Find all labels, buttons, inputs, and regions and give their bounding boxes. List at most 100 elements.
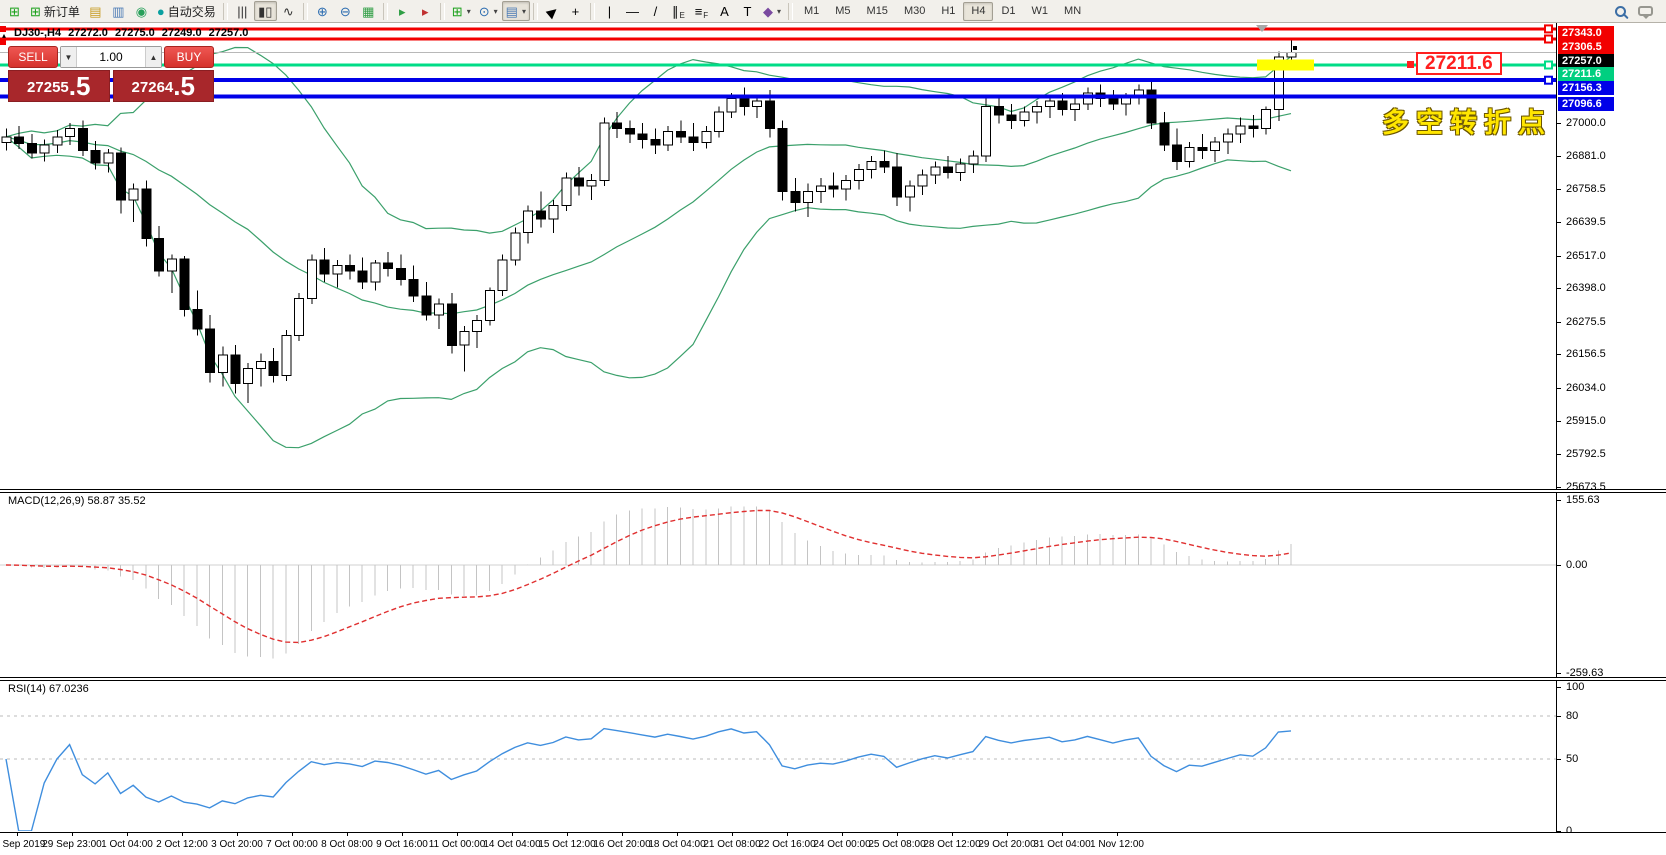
toolbar-button-new-chart[interactable]: ⊞ xyxy=(3,1,26,21)
candlestick-mode-icon: ▮▯ xyxy=(258,5,272,18)
candle-body xyxy=(1198,148,1207,151)
timeframe-button-m5[interactable]: M5 xyxy=(827,2,858,21)
toolbar-button-auto-scroll[interactable]: ▸ xyxy=(391,1,414,21)
yellow-highlight-rect[interactable] xyxy=(1257,60,1314,71)
toolbar-button-bar-chart-mode[interactable]: ||| xyxy=(231,1,254,21)
toolbar-button-auto-trading[interactable]: ●自动交易 xyxy=(153,1,220,21)
chinese-note[interactable]: 多空转折点 xyxy=(1382,101,1552,140)
toolbar-button-equidistant-channel[interactable]: ∥E xyxy=(667,1,690,21)
toolbar-button-text-label[interactable]: T xyxy=(736,1,759,21)
hline-handle[interactable] xyxy=(1545,62,1552,69)
hline-handle[interactable] xyxy=(1545,25,1552,32)
search-icon[interactable] xyxy=(1615,6,1626,17)
chat-icon[interactable] xyxy=(1638,6,1653,16)
timeframe-button-d1[interactable]: D1 xyxy=(993,2,1023,21)
macd-chart[interactable] xyxy=(0,493,1556,678)
timeframe-button-w1[interactable]: W1 xyxy=(1024,2,1057,21)
timeframe-button-mn[interactable]: MN xyxy=(1056,2,1089,21)
candle-body xyxy=(931,167,940,175)
time-axis-label: 3 Oct 20:00 xyxy=(211,839,263,850)
time-axis[interactable]: 26 Sep 201929 Sep 23:001 Oct 04:002 Oct … xyxy=(0,832,1666,855)
panel-separator-macd-rsi[interactable] xyxy=(0,677,1666,681)
time-axis-label: 16 Oct 20:00 xyxy=(593,839,650,850)
rsi-chart[interactable] xyxy=(0,681,1556,831)
volume-up-button[interactable]: ▲ xyxy=(145,47,161,67)
toolbar-button-zoom-out[interactable]: ⊖ xyxy=(334,1,357,21)
toolbar-button-data-window[interactable]: ▥ xyxy=(107,1,130,21)
zoom-in-icon: ⊕ xyxy=(317,5,328,18)
buy-button[interactable]: BUY xyxy=(164,46,214,68)
volume-stepper: ▼ 1.00 ▲ xyxy=(60,46,162,68)
time-axis-label: 28 Oct 12:00 xyxy=(923,839,980,850)
chart-shift-marker[interactable] xyxy=(1256,25,1268,32)
rsi-axis-tick-mark xyxy=(1557,687,1561,688)
candle-body xyxy=(575,178,584,186)
ohlc-low: 27249.0 xyxy=(162,27,202,39)
toolbar-button-crosshair[interactable]: + xyxy=(564,1,587,21)
hline-handle[interactable] xyxy=(1545,77,1552,84)
toolbar-button-candlestick-mode[interactable]: ▮▯ xyxy=(254,1,277,21)
ohlc-high: 27275.0 xyxy=(115,27,155,39)
buy-price-frac: .5 xyxy=(173,73,195,99)
rsi-label: RSI(14) 67.0236 xyxy=(8,683,89,695)
price-level-tag: 27156.3 xyxy=(1558,81,1614,95)
candle-body xyxy=(473,321,482,332)
timeframe-button-m15[interactable]: M15 xyxy=(859,2,896,21)
volume-down-button[interactable]: ▼ xyxy=(61,47,77,67)
time-axis-label: 1 Nov 12:00 xyxy=(1090,839,1144,850)
time-axis-label: 14 Oct 04:00 xyxy=(483,839,540,850)
volume-input[interactable]: 1.00 xyxy=(77,47,145,67)
price-callout[interactable]: 27211.6 xyxy=(1416,52,1502,75)
timeframe-button-h4[interactable]: H4 xyxy=(963,2,993,21)
candle-body xyxy=(536,211,545,219)
equidistant-channel-icon: ∥ xyxy=(672,5,679,18)
price-axis[interactable]: 27000.026881.026758.526639.526517.026398… xyxy=(1556,23,1666,832)
main-chart[interactable] xyxy=(0,23,1556,490)
candle-body xyxy=(498,260,507,290)
auto-trading-label: 自动交易 xyxy=(168,3,216,20)
candle-body xyxy=(600,123,609,181)
candle-body xyxy=(1071,104,1080,110)
y-axis-tick-mark xyxy=(1557,487,1561,488)
candle-body xyxy=(396,268,405,279)
hline-handle-left-2[interactable] xyxy=(0,39,6,45)
sell-button[interactable]: SELL xyxy=(8,46,58,68)
hline-handle[interactable] xyxy=(1545,36,1552,43)
toolbar-button-trendline[interactable]: / xyxy=(644,1,667,21)
hline-handle-left-1[interactable] xyxy=(0,26,6,32)
candle-body xyxy=(1045,101,1054,107)
toolbar-button-cursor[interactable]: ▶ xyxy=(541,1,564,21)
candle-body xyxy=(307,260,316,298)
toolbar-button-zoom-in[interactable]: ⊕ xyxy=(311,1,334,21)
price-callout-anchor[interactable] xyxy=(1407,61,1414,68)
toolbar-button-new-order[interactable]: ⊞新订单 xyxy=(26,1,84,21)
timeframe-button-m1[interactable]: M1 xyxy=(796,2,827,21)
candle-body xyxy=(27,144,36,154)
toolbar-separator xyxy=(223,3,228,20)
toolbar-separator xyxy=(383,3,388,20)
toolbar-button-templates[interactable]: ▤▾ xyxy=(502,1,530,21)
timeframe-button-m30[interactable]: M30 xyxy=(896,2,933,21)
toolbar-button-fibonacci[interactable]: ≡F xyxy=(690,1,713,21)
buy-price-box[interactable]: 27264.5 xyxy=(113,70,215,102)
toolbar-button-chart-shift[interactable]: ▸ xyxy=(414,1,437,21)
toolbar-button-text[interactable]: A xyxy=(713,1,736,21)
rsi-axis-tick: 80 xyxy=(1566,710,1578,722)
toolbar-button-horizontal-line[interactable]: — xyxy=(621,1,644,21)
candle-body xyxy=(689,137,698,143)
candle-body xyxy=(66,129,75,137)
panel-separator-main-macd[interactable] xyxy=(0,489,1666,493)
toolbar-button-indicators[interactable]: ⊞▾ xyxy=(448,1,475,21)
candle-body xyxy=(91,151,100,163)
candle-body xyxy=(1033,107,1042,113)
toolbar-button-arrows[interactable]: ◆▾ xyxy=(759,1,785,21)
toolbar-button-tile-windows[interactable]: ▦ xyxy=(357,1,380,21)
candle-body xyxy=(918,175,927,186)
toolbar-button-line-chart-mode[interactable]: ∿ xyxy=(277,1,300,21)
toolbar-button-vertical-line[interactable]: | xyxy=(598,1,621,21)
sell-price-box[interactable]: 27255.5 xyxy=(8,70,110,102)
toolbar-button-market-watch[interactable]: ▤ xyxy=(84,1,107,21)
timeframe-button-h1[interactable]: H1 xyxy=(933,2,963,21)
toolbar-button-navigator[interactable]: ◉ xyxy=(130,1,153,21)
toolbar-button-periods[interactable]: ⊙▾ xyxy=(475,1,502,21)
